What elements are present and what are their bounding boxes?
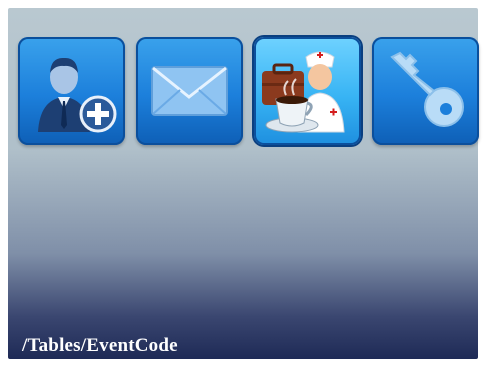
- message-envelope-icon: [151, 66, 228, 116]
- break-tile[interactable]: [254, 37, 361, 145]
- status-path: /Tables/EventCode: [22, 335, 178, 356]
- add-user-tile[interactable]: [18, 37, 125, 145]
- key-tile[interactable]: [372, 37, 479, 145]
- message-tile[interactable]: [136, 37, 243, 145]
- device-screen: /Tables/EventCode: [8, 8, 479, 359]
- key-icon: [390, 51, 464, 127]
- nurse-coffee-briefcase-icon: [262, 51, 345, 133]
- add-user-icon: [38, 57, 117, 133]
